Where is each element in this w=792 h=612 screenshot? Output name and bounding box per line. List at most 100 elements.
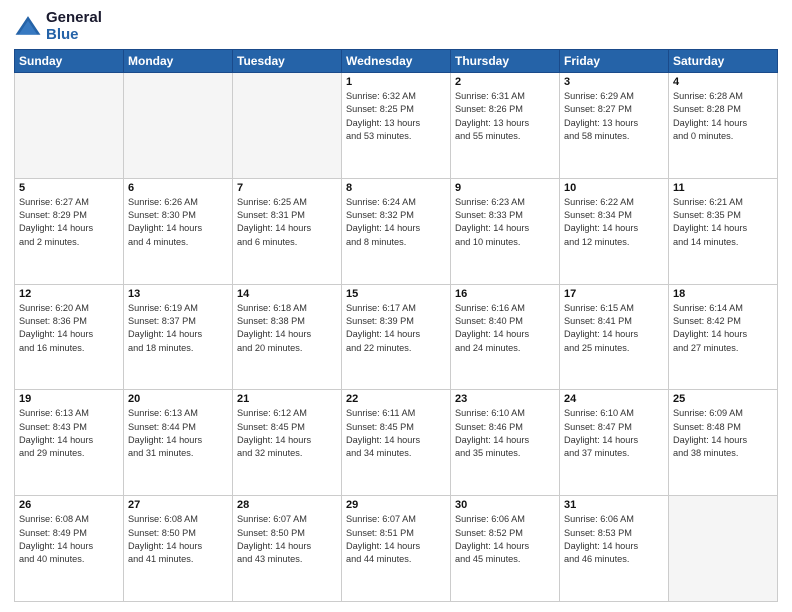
- week-row-2: 12Sunrise: 6:20 AM Sunset: 8:36 PM Dayli…: [15, 284, 778, 390]
- calendar-cell: 30 Sunrise: 6:06 AM Sunset: 8:52 PM Dayli…: [451, 496, 560, 602]
- day-number: 22: [346, 393, 446, 405]
- day-number: 17: [564, 288, 664, 300]
- week-row-1: 5 Sunrise: 6:27 AM Sunset: 8:29 PM Daylig…: [15, 178, 778, 284]
- day-info: Sunrise: 6:25 AM Sunset: 8:31 PM Dayligh…: [237, 196, 337, 249]
- day-info: Sunrise: 6:07 AM Sunset: 8:51 PM Dayligh…: [346, 513, 446, 566]
- weekday-header-row: SundayMondayTuesdayWednesdayThursdayFrid…: [15, 50, 778, 73]
- day-number: 5: [19, 182, 119, 194]
- calendar-cell: 24 Sunrise: 6:10 AM Sunset: 8:47 PM Dayli…: [560, 390, 669, 496]
- calendar-cell: [669, 496, 778, 602]
- day-info: Sunrise: 6:09 AM Sunset: 8:48 PM Dayligh…: [673, 407, 773, 460]
- day-number: 25: [673, 393, 773, 405]
- day-number: 30: [455, 499, 555, 511]
- day-number: 6: [128, 182, 228, 194]
- calendar-cell: [15, 73, 124, 179]
- header: General Blue: [14, 10, 778, 43]
- calendar-cell: 1Sunrise: 6:32 AM Sunset: 8:25 PM Daylig…: [342, 73, 451, 179]
- weekday-header-wednesday: Wednesday: [342, 50, 451, 73]
- calendar-cell: 14 Sunrise: 6:18 AM Sunset: 8:38 PM Dayli…: [233, 284, 342, 390]
- day-number: 18: [673, 288, 773, 300]
- calendar-cell: 11 Sunrise: 6:21 AM Sunset: 8:35 PM Dayli…: [669, 178, 778, 284]
- logo-text: General Blue: [46, 10, 102, 43]
- calendar-cell: 27 Sunrise: 6:08 AM Sunset: 8:50 PM Dayli…: [124, 496, 233, 602]
- day-info: Sunrise: 6:22 AM Sunset: 8:34 PM Dayligh…: [564, 196, 664, 249]
- calendar-cell: 4 Sunrise: 6:28 AM Sunset: 8:28 PM Daylig…: [669, 73, 778, 179]
- day-number: 15: [346, 288, 446, 300]
- day-number: 12: [19, 288, 119, 300]
- week-row-0: 1Sunrise: 6:32 AM Sunset: 8:25 PM Daylig…: [15, 73, 778, 179]
- weekday-header-friday: Friday: [560, 50, 669, 73]
- day-info: Sunrise: 6:31 AM Sunset: 8:26 PM Dayligh…: [455, 90, 555, 143]
- calendar-cell: 12Sunrise: 6:20 AM Sunset: 8:36 PM Dayli…: [15, 284, 124, 390]
- day-number: 19: [19, 393, 119, 405]
- calendar-cell: 22 Sunrise: 6:11 AM Sunset: 8:45 PM Dayli…: [342, 390, 451, 496]
- day-number: 23: [455, 393, 555, 405]
- calendar-cell: 9 Sunrise: 6:23 AM Sunset: 8:33 PM Daylig…: [451, 178, 560, 284]
- day-number: 24: [564, 393, 664, 405]
- calendar-cell: 13Sunrise: 6:19 AM Sunset: 8:37 PM Dayli…: [124, 284, 233, 390]
- day-number: 16: [455, 288, 555, 300]
- day-info: Sunrise: 6:15 AM Sunset: 8:41 PM Dayligh…: [564, 302, 664, 355]
- weekday-header-saturday: Saturday: [669, 50, 778, 73]
- calendar-table: SundayMondayTuesdayWednesdayThursdayFrid…: [14, 49, 778, 602]
- day-info: Sunrise: 6:13 AM Sunset: 8:43 PM Dayligh…: [19, 407, 119, 460]
- day-info: Sunrise: 6:06 AM Sunset: 8:52 PM Dayligh…: [455, 513, 555, 566]
- weekday-header-sunday: Sunday: [15, 50, 124, 73]
- day-info: Sunrise: 6:23 AM Sunset: 8:33 PM Dayligh…: [455, 196, 555, 249]
- calendar-cell: 8Sunrise: 6:24 AM Sunset: 8:32 PM Daylig…: [342, 178, 451, 284]
- day-number: 20: [128, 393, 228, 405]
- calendar-cell: 5 Sunrise: 6:27 AM Sunset: 8:29 PM Daylig…: [15, 178, 124, 284]
- logo-icon: [14, 13, 42, 41]
- day-number: 8: [346, 182, 446, 194]
- day-info: Sunrise: 6:12 AM Sunset: 8:45 PM Dayligh…: [237, 407, 337, 460]
- calendar-cell: 6 Sunrise: 6:26 AM Sunset: 8:30 PM Daylig…: [124, 178, 233, 284]
- day-number: 3: [564, 76, 664, 88]
- day-info: Sunrise: 6:27 AM Sunset: 8:29 PM Dayligh…: [19, 196, 119, 249]
- day-info: Sunrise: 6:16 AM Sunset: 8:40 PM Dayligh…: [455, 302, 555, 355]
- day-info: Sunrise: 6:32 AM Sunset: 8:25 PM Dayligh…: [346, 90, 446, 143]
- calendar-cell: 3 Sunrise: 6:29 AM Sunset: 8:27 PM Daylig…: [560, 73, 669, 179]
- day-info: Sunrise: 6:17 AM Sunset: 8:39 PM Dayligh…: [346, 302, 446, 355]
- day-number: 2: [455, 76, 555, 88]
- day-info: Sunrise: 6:10 AM Sunset: 8:47 PM Dayligh…: [564, 407, 664, 460]
- calendar-cell: [233, 73, 342, 179]
- day-number: 9: [455, 182, 555, 194]
- calendar-cell: 19 Sunrise: 6:13 AM Sunset: 8:43 PM Dayli…: [15, 390, 124, 496]
- calendar-cell: 7 Sunrise: 6:25 AM Sunset: 8:31 PM Daylig…: [233, 178, 342, 284]
- weekday-header-tuesday: Tuesday: [233, 50, 342, 73]
- weekday-header-thursday: Thursday: [451, 50, 560, 73]
- day-number: 14: [237, 288, 337, 300]
- day-info: Sunrise: 6:07 AM Sunset: 8:50 PM Dayligh…: [237, 513, 337, 566]
- weekday-header-monday: Monday: [124, 50, 233, 73]
- day-number: 4: [673, 76, 773, 88]
- day-info: Sunrise: 6:13 AM Sunset: 8:44 PM Dayligh…: [128, 407, 228, 460]
- calendar-cell: 23Sunrise: 6:10 AM Sunset: 8:46 PM Dayli…: [451, 390, 560, 496]
- day-info: Sunrise: 6:21 AM Sunset: 8:35 PM Dayligh…: [673, 196, 773, 249]
- day-info: Sunrise: 6:19 AM Sunset: 8:37 PM Dayligh…: [128, 302, 228, 355]
- day-number: 11: [673, 182, 773, 194]
- day-info: Sunrise: 6:29 AM Sunset: 8:27 PM Dayligh…: [564, 90, 664, 143]
- day-info: Sunrise: 6:11 AM Sunset: 8:45 PM Dayligh…: [346, 407, 446, 460]
- day-info: Sunrise: 6:14 AM Sunset: 8:42 PM Dayligh…: [673, 302, 773, 355]
- logo: General Blue: [14, 10, 102, 43]
- page: General Blue SundayMondayTuesdayWednesda…: [0, 0, 792, 612]
- day-info: Sunrise: 6:08 AM Sunset: 8:49 PM Dayligh…: [19, 513, 119, 566]
- calendar-cell: 29Sunrise: 6:07 AM Sunset: 8:51 PM Dayli…: [342, 496, 451, 602]
- day-number: 7: [237, 182, 337, 194]
- calendar-cell: 15 Sunrise: 6:17 AM Sunset: 8:39 PM Dayli…: [342, 284, 451, 390]
- calendar-cell: [124, 73, 233, 179]
- day-number: 28: [237, 499, 337, 511]
- day-info: Sunrise: 6:08 AM Sunset: 8:50 PM Dayligh…: [128, 513, 228, 566]
- day-number: 26: [19, 499, 119, 511]
- day-number: 31: [564, 499, 664, 511]
- week-row-4: 26 Sunrise: 6:08 AM Sunset: 8:49 PM Dayli…: [15, 496, 778, 602]
- calendar-cell: 26 Sunrise: 6:08 AM Sunset: 8:49 PM Dayli…: [15, 496, 124, 602]
- day-number: 27: [128, 499, 228, 511]
- calendar-cell: 21Sunrise: 6:12 AM Sunset: 8:45 PM Dayli…: [233, 390, 342, 496]
- calendar-cell: 28 Sunrise: 6:07 AM Sunset: 8:50 PM Dayli…: [233, 496, 342, 602]
- day-info: Sunrise: 6:18 AM Sunset: 8:38 PM Dayligh…: [237, 302, 337, 355]
- calendar-cell: 18 Sunrise: 6:14 AM Sunset: 8:42 PM Dayli…: [669, 284, 778, 390]
- day-info: Sunrise: 6:28 AM Sunset: 8:28 PM Dayligh…: [673, 90, 773, 143]
- day-info: Sunrise: 6:26 AM Sunset: 8:30 PM Dayligh…: [128, 196, 228, 249]
- calendar-cell: 17 Sunrise: 6:15 AM Sunset: 8:41 PM Dayli…: [560, 284, 669, 390]
